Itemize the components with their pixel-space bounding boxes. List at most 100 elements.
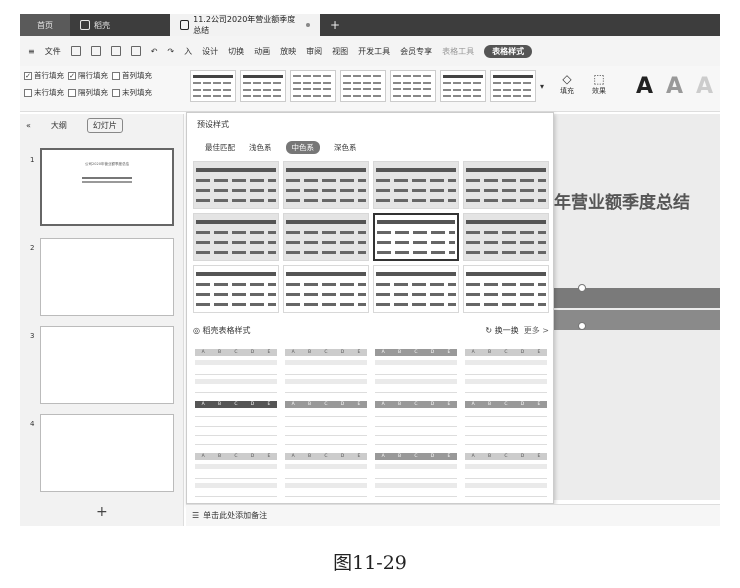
menu-file[interactable]: 文件: [45, 46, 61, 57]
daoke-style-option[interactable]: ABCDE: [193, 399, 279, 447]
style-option[interactable]: [373, 161, 459, 209]
new-tab-button[interactable]: +: [320, 14, 350, 36]
notes-placeholder: 单击此处添加备注: [203, 511, 268, 520]
daoke-style-option[interactable]: ABCDE: [463, 347, 549, 395]
tab-daoke[interactable]: 稻壳: [70, 14, 170, 36]
menu-insert[interactable]: 入: [184, 46, 192, 57]
daoke-style-option[interactable]: ABCDE: [373, 347, 459, 395]
check-first-col[interactable]: 首列填充: [112, 70, 152, 81]
resize-handle[interactable]: [578, 322, 586, 330]
style-option[interactable]: [373, 265, 459, 313]
wordart-style-1[interactable]: A: [636, 74, 653, 99]
check-label: 首行填充: [34, 71, 64, 80]
redo-icon[interactable]: ↷: [167, 47, 174, 56]
menu-slideshow[interactable]: 放映: [280, 46, 296, 57]
menu-view[interactable]: 视图: [332, 46, 348, 57]
add-slide-button[interactable]: +: [96, 504, 108, 520]
daoke-style-option[interactable]: ABCDE: [283, 347, 369, 395]
print-icon[interactable]: [110, 46, 121, 56]
check-label: 首列填充: [122, 71, 152, 80]
tab-document[interactable]: 11.2公司2020年营业额季度总结: [170, 14, 320, 36]
preview-icon[interactable]: [130, 46, 141, 56]
checkbox-icon: [24, 88, 32, 97]
style-option[interactable]: [193, 161, 279, 209]
style-option[interactable]: [463, 265, 549, 313]
export-pdf-icon[interactable]: [90, 46, 101, 56]
table-style-dropdown: 预设样式 最佳匹配 浅色系 中色系 深色系 ◎ 稻壳表格样式 ↻ 换一换 更多 …: [186, 112, 554, 504]
tab-medium[interactable]: 中色系: [285, 141, 320, 154]
style-thumb[interactable]: [290, 70, 336, 102]
slide-thumb-2[interactable]: [40, 238, 174, 316]
daoke-style-option[interactable]: ABCDE: [373, 399, 459, 447]
check-banded-rows[interactable]: ✓ 隔行填充: [68, 70, 108, 81]
daoke-style-option[interactable]: ABCDE: [463, 451, 549, 499]
slide-thumb-1[interactable]: 公司2020年营业额季度总结: [40, 148, 174, 226]
effect-button[interactable]: ⬚ 效果: [592, 72, 606, 96]
daoke-style-option[interactable]: ABCDE: [193, 347, 279, 395]
tab-slides[interactable]: 幻灯片: [86, 117, 123, 133]
slide-number: 1: [30, 156, 35, 164]
daoke-style-option[interactable]: ABCDE: [283, 451, 369, 499]
style-option[interactable]: [463, 161, 549, 209]
check-first-row[interactable]: ✓ 首行填充: [24, 70, 64, 81]
resize-handle[interactable]: [578, 284, 586, 292]
daoke-style-grid: ABCDE ABCDE ABCDE ABCDE ABCDE ABCDE ABCD…: [193, 347, 549, 499]
style-thumb[interactable]: [490, 70, 536, 102]
style-thumb[interactable]: [440, 70, 486, 102]
slide-thumb-4[interactable]: [40, 414, 174, 492]
style-thumb[interactable]: [390, 70, 436, 102]
menu-member[interactable]: 会员专享: [400, 46, 432, 57]
paint-bucket-icon: ◇: [562, 72, 572, 86]
menu-table-tools[interactable]: 表格工具: [442, 46, 474, 57]
slide-number: 3: [30, 332, 35, 340]
menu-table-style[interactable]: 表格样式: [484, 44, 533, 58]
style-option[interactable]: [193, 213, 279, 261]
gallery-expand-icon[interactable]: ▾: [540, 82, 544, 91]
style-thumb[interactable]: [240, 70, 286, 102]
check-banded-cols[interactable]: 隔列填充: [68, 87, 108, 98]
collapse-icon[interactable]: «: [26, 121, 31, 130]
effect-label: 效果: [592, 87, 606, 95]
notes-bar[interactable]: ☰ 单击此处添加备注: [186, 504, 720, 526]
undo-icon[interactable]: ↶: [151, 47, 158, 56]
tab-bar: 首页 稻壳 11.2公司2020年营业额季度总结 +: [20, 14, 720, 36]
tab-home[interactable]: 首页: [20, 14, 70, 36]
tab-dark[interactable]: 深色系: [334, 142, 357, 153]
style-option[interactable]: [283, 213, 369, 261]
tab-light[interactable]: 浅色系: [249, 142, 272, 153]
checkbox-icon: [112, 71, 120, 80]
daoke-style-option[interactable]: ABCDE: [193, 451, 279, 499]
check-last-row[interactable]: 末行填充: [24, 87, 64, 98]
checkbox-icon: ✓: [24, 71, 32, 80]
tab-best-match[interactable]: 最佳匹配: [205, 142, 235, 153]
style-option[interactable]: [283, 265, 369, 313]
style-option[interactable]: [283, 161, 369, 209]
unsaved-dot-icon: [306, 23, 310, 27]
style-thumb[interactable]: [190, 70, 236, 102]
style-option[interactable]: [463, 213, 549, 261]
tab-outline[interactable]: 大纲: [51, 120, 67, 131]
save-icon[interactable]: [70, 46, 81, 56]
hamburger-icon[interactable]: ≡: [28, 47, 35, 56]
more-link[interactable]: 更多 >: [524, 326, 549, 335]
slide-number: 2: [30, 244, 35, 252]
check-last-col[interactable]: 末列填充: [112, 87, 152, 98]
daoke-style-option[interactable]: ABCDE: [373, 451, 459, 499]
style-option[interactable]: [193, 265, 279, 313]
daoke-style-option[interactable]: ABCDE: [283, 399, 369, 447]
menu-transition[interactable]: 切换: [228, 46, 244, 57]
fill-button[interactable]: ◇ 填充: [560, 72, 574, 96]
daoke-style-option[interactable]: ABCDE: [463, 399, 549, 447]
style-thumb[interactable]: [340, 70, 386, 102]
menu-developer[interactable]: 开发工具: [358, 46, 390, 57]
menu-design[interactable]: 设计: [202, 46, 218, 57]
refresh-button[interactable]: ↻ 换一换: [485, 326, 518, 335]
wordart-style-3[interactable]: A: [696, 74, 713, 99]
wordart-style-2[interactable]: A: [666, 74, 683, 99]
slide-thumb-3[interactable]: [40, 326, 174, 404]
menu-bar: ≡ 文件 ↶ ↷ 入 设计 切换 动画 放映 审阅 视图 开发工具 会员专享 表…: [20, 36, 720, 66]
slide-title[interactable]: 年营业额季度总结: [554, 188, 720, 213]
menu-review[interactable]: 审阅: [306, 46, 322, 57]
menu-animation[interactable]: 动画: [254, 46, 270, 57]
style-option-selected[interactable]: [373, 213, 459, 261]
